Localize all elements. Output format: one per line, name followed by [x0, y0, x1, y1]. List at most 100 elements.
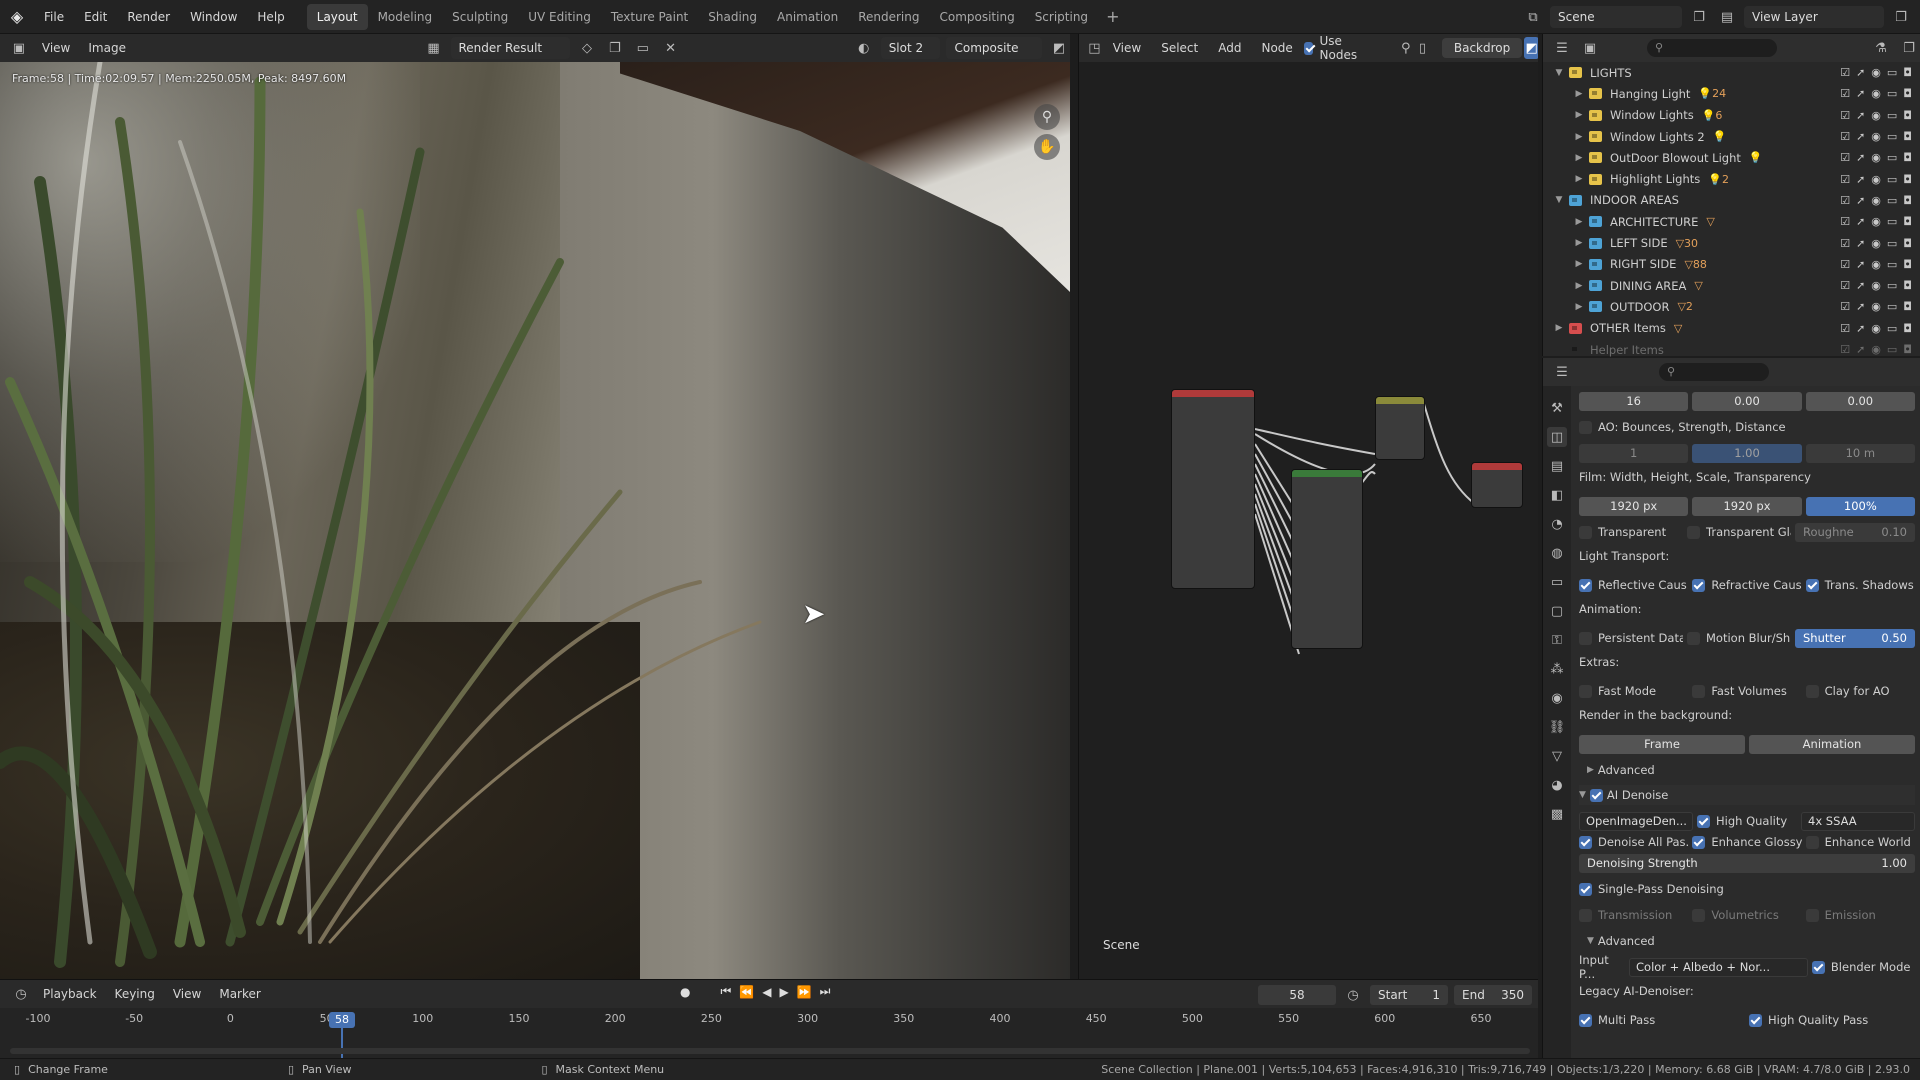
high-quality-check[interactable]	[1697, 814, 1710, 828]
tab-modeling[interactable]: Modeling	[368, 4, 443, 30]
persistent-check[interactable]	[1579, 631, 1592, 645]
output-tab-icon[interactable]: ▤	[1547, 456, 1567, 476]
exclude-checkbox-icon[interactable]: ☑	[1840, 322, 1850, 335]
outliner-row[interactable]: ▶ Highlight Lights 💡2 ☑ ➚ ◉ ▭ ◘	[1543, 168, 1920, 189]
exclude-checkbox-icon[interactable]: ☑	[1840, 258, 1850, 271]
selectable-icon[interactable]: ➚	[1856, 258, 1865, 271]
render-icon[interactable]: ◘	[1903, 343, 1912, 356]
ao-check[interactable]	[1579, 420, 1592, 434]
tab-shading[interactable]: Shading	[698, 4, 767, 30]
ai-denoise-expand-icon[interactable]: ▼	[1579, 790, 1586, 800]
scene-icon[interactable]: ⧉	[1522, 6, 1544, 28]
selectable-icon[interactable]: ➚	[1856, 300, 1865, 313]
single-pass-checkbox[interactable]: Single-Pass Denoising	[1579, 882, 1915, 896]
view-layer-icon[interactable]: ▤	[1716, 6, 1738, 28]
menu-window[interactable]: Window	[180, 10, 247, 24]
menu-file[interactable]: File	[34, 10, 74, 24]
selectable-icon[interactable]: ➚	[1856, 130, 1865, 143]
tab-texture-paint[interactable]: Texture Paint	[601, 4, 698, 30]
texture-tab-icon[interactable]: ▩	[1547, 804, 1567, 824]
film-height-field[interactable]: 1920 px	[1692, 496, 1802, 516]
selectable-icon[interactable]: ➚	[1856, 66, 1865, 79]
fast-volumes-check[interactable]	[1692, 684, 1706, 698]
render-icon[interactable]: ◘	[1903, 258, 1912, 271]
advanced-expand-icon[interactable]: ▶	[1579, 765, 1594, 775]
outliner-row[interactable]: ▶ OutDoor Blowout Light 💡 ☑ ➚ ◉ ▭ ◘	[1543, 147, 1920, 168]
timeline-menu-playback[interactable]: Playback	[36, 987, 104, 1001]
selectable-icon[interactable]: ➚	[1856, 173, 1865, 186]
view-layer-selector[interactable]: View Layer	[1744, 6, 1884, 28]
jump-end-icon[interactable]: ⏭	[820, 984, 831, 999]
denoise-strength-field[interactable]: Denoising Strength 1.00	[1579, 853, 1915, 873]
editor-type-icon[interactable]: ▣	[8, 37, 30, 59]
viewport-icon[interactable]: ▭	[1887, 258, 1897, 271]
outliner-search-input[interactable]: ⚲	[1647, 39, 1777, 57]
outliner-row[interactable]: ▶ OUTDOOR ▽2 ☑ ➚ ◉ ▭ ◘	[1543, 296, 1920, 317]
mix-node[interactable]	[1375, 396, 1425, 460]
expand-arrow-icon[interactable]: ▶	[1573, 281, 1585, 291]
expand-arrow-icon[interactable]: ▶	[1573, 132, 1585, 142]
menu-render[interactable]: Render	[117, 10, 180, 24]
material-tab-icon[interactable]: ◕	[1547, 775, 1567, 795]
refractive-caustics-checkbox[interactable]: Refractive Caus...	[1692, 578, 1802, 592]
selectable-icon[interactable]: ➚	[1856, 194, 1865, 207]
image-name-field[interactable]: Render Result	[450, 37, 570, 59]
eye-icon[interactable]: ◉	[1871, 237, 1881, 250]
pass-selector[interactable]: Composite	[946, 37, 1043, 59]
denoise-all-passes-checkbox[interactable]: Denoise All Pas...	[1579, 835, 1688, 849]
selectable-icon[interactable]: ➚	[1856, 87, 1865, 100]
outliner-row[interactable]: ▶ RIGHT SIDE ▽88 ☑ ➚ ◉ ▭ ◘	[1543, 254, 1920, 275]
ao-strength-field[interactable]: 1.00	[1692, 443, 1802, 463]
render-icon[interactable]: ◘	[1903, 300, 1912, 313]
expand-arrow-icon[interactable]: ▶	[1573, 153, 1585, 163]
constraints-tab-icon[interactable]: ⛓	[1547, 717, 1567, 737]
eye-icon[interactable]: ◉	[1871, 343, 1881, 356]
persistent-data-checkbox[interactable]: Persistent Data	[1579, 631, 1683, 645]
render-animation-button[interactable]: Animation	[1749, 734, 1915, 754]
expand-arrow-icon[interactable]: ▶	[1573, 302, 1585, 312]
fast-volumes-checkbox[interactable]: Fast Volumes	[1692, 684, 1801, 698]
eye-icon[interactable]: ◉	[1871, 322, 1881, 335]
volumetrics-check[interactable]	[1692, 908, 1706, 922]
filter-icon[interactable]: ⚗	[1870, 37, 1892, 59]
render-frame-button[interactable]: Frame	[1579, 734, 1745, 754]
exclude-checkbox-icon[interactable]: ☑	[1840, 300, 1850, 313]
menu-help[interactable]: Help	[247, 10, 294, 24]
tab-sculpting[interactable]: Sculpting	[442, 4, 518, 30]
timeline-menu-view[interactable]: View	[166, 987, 208, 1001]
sample-tool-icon[interactable]: ◩	[1048, 37, 1070, 59]
modifier-tab-icon[interactable]: ⚿	[1547, 630, 1567, 650]
outliner-row[interactable]: ▶ Window Lights 💡6 ☑ ➚ ◉ ▭ ◘	[1543, 105, 1920, 126]
render-icon[interactable]: ◘	[1903, 173, 1912, 186]
exclude-checkbox-icon[interactable]: ☑	[1840, 109, 1850, 122]
jump-start-icon[interactable]: ⏮	[720, 984, 731, 999]
emission-checkbox[interactable]: Emission	[1805, 908, 1915, 922]
clay-ao-check[interactable]	[1805, 684, 1819, 698]
open-image-icon[interactable]: ▭	[632, 37, 654, 59]
selectable-icon[interactable]: ➚	[1856, 151, 1865, 164]
eye-icon[interactable]: ◉	[1871, 87, 1881, 100]
new-scene-icon[interactable]: ❐	[1688, 6, 1710, 28]
eye-icon[interactable]: ◉	[1871, 130, 1881, 143]
high-quality-pass-check[interactable]	[1749, 1013, 1762, 1027]
transmission-checkbox[interactable]: Transmission	[1579, 908, 1688, 922]
viewport-icon[interactable]: ▭	[1887, 194, 1897, 207]
blender-mode-check[interactable]	[1811, 960, 1825, 974]
world-tab-icon[interactable]: ◍	[1547, 543, 1567, 563]
expand-arrow-icon[interactable]: ▶	[1573, 110, 1585, 120]
scene-selector[interactable]: Scene	[1550, 6, 1682, 28]
play-reverse-icon[interactable]: ◀	[762, 985, 771, 999]
fast-mode-checkbox[interactable]: Fast Mode	[1579, 684, 1688, 698]
outliner-row[interactable]: ▶ Window Lights 2 💡 ☑ ➚ ◉ ▭ ◘	[1543, 126, 1920, 147]
enhance-world-checkbox[interactable]: Enhance World ...	[1805, 835, 1915, 849]
ai-denoise-panel-header[interactable]: ▼ AI Denoise	[1579, 785, 1915, 805]
blender-logo-icon[interactable]: ◈	[0, 0, 34, 34]
eye-icon[interactable]: ◉	[1871, 109, 1881, 122]
trans-shadows-check[interactable]	[1805, 578, 1819, 592]
exclude-checkbox-icon[interactable]: ☑	[1840, 173, 1850, 186]
render-layers-node[interactable]	[1171, 389, 1255, 589]
samples-field[interactable]: 16	[1579, 391, 1689, 411]
render-icon[interactable]: ◘	[1903, 130, 1912, 143]
value-field-3[interactable]: 0.00	[1805, 391, 1915, 411]
render-icon[interactable]: ◘	[1903, 237, 1912, 250]
